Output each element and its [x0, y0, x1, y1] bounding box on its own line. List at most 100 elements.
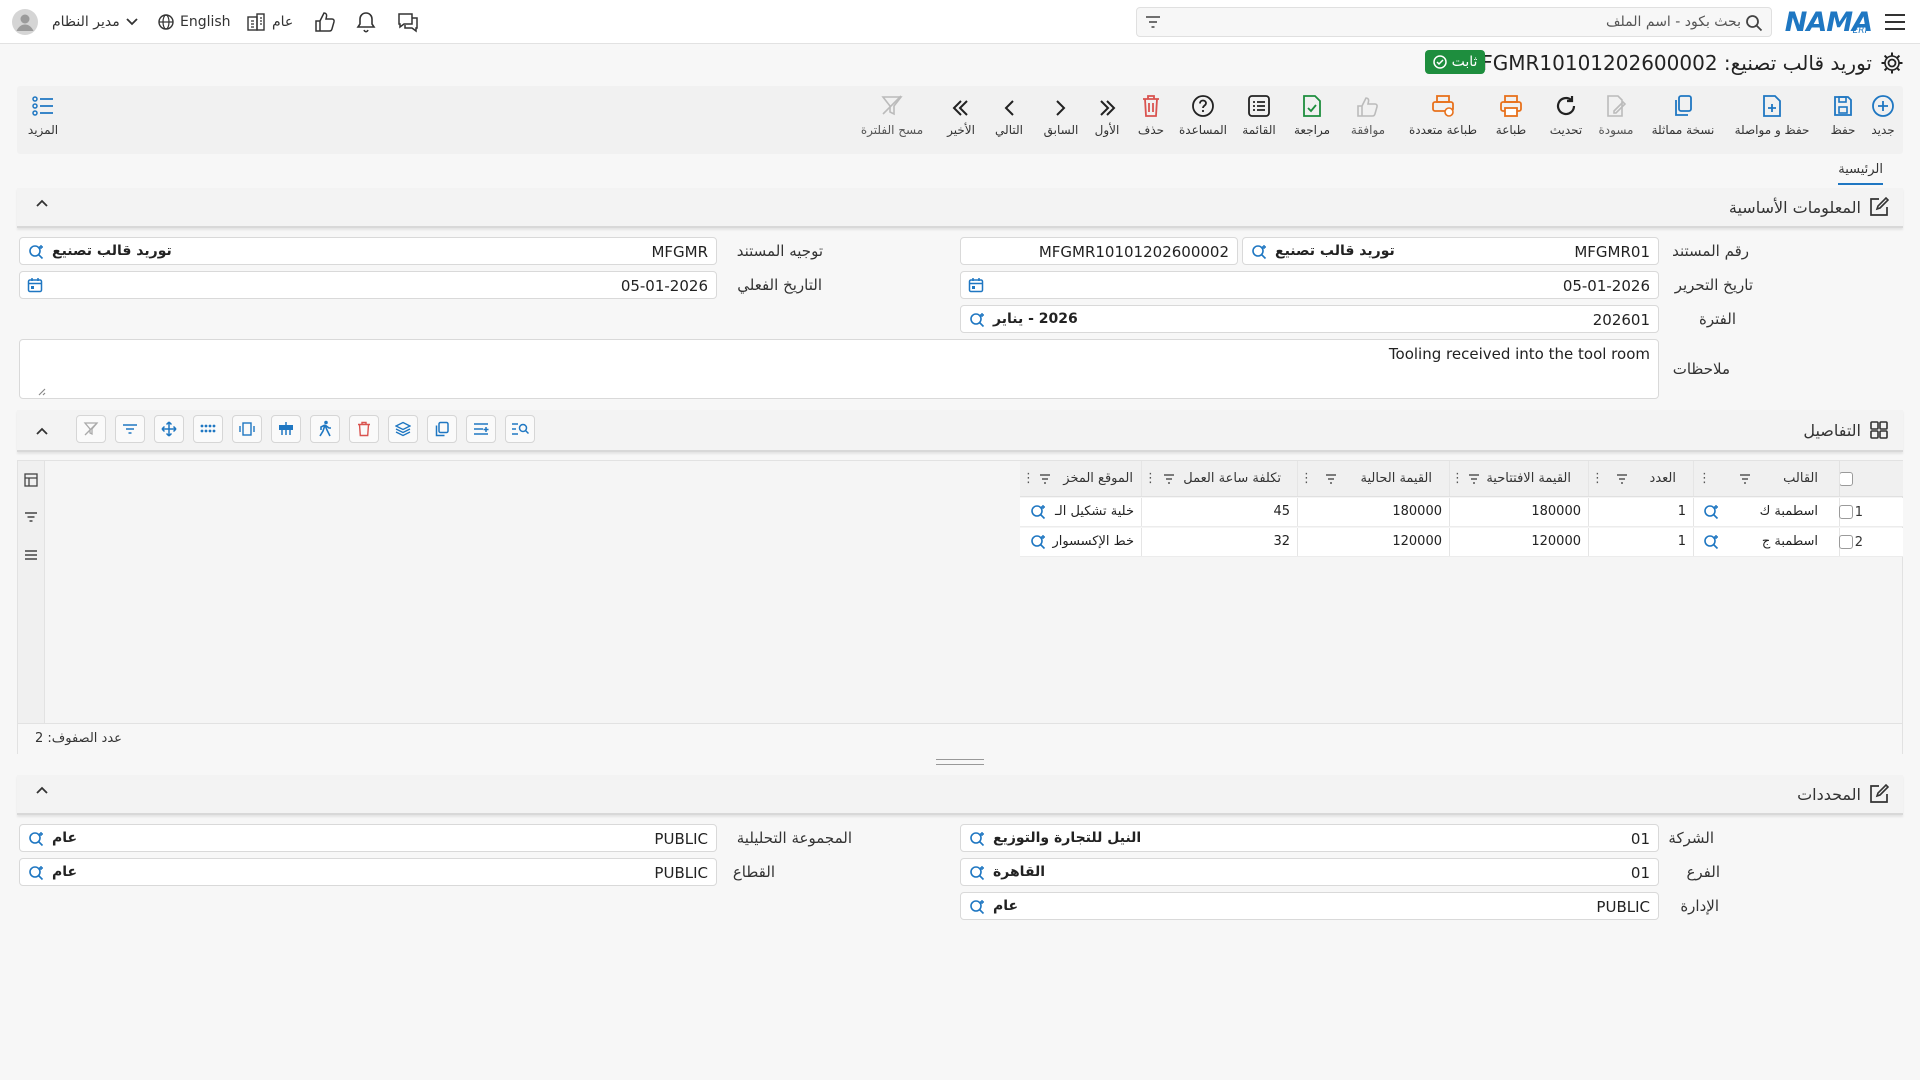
- copy-button[interactable]: نسخة مماثلة: [1643, 90, 1723, 150]
- actual-date-field[interactable]: 05-01-2026: [19, 271, 717, 299]
- draft-button[interactable]: مسودة: [1593, 90, 1639, 150]
- lookup-icon[interactable]: [968, 830, 986, 848]
- filter-panel-icon[interactable]: [24, 511, 38, 523]
- grid-delete-button[interactable]: [349, 415, 379, 443]
- edit-date-field[interactable]: 05-01-2026: [960, 271, 1659, 299]
- app-logo[interactable]: NAMA ERP: [1785, 0, 1873, 44]
- company-field[interactable]: 01 النيل للتجارة والتوزيع: [960, 824, 1659, 852]
- refresh-button[interactable]: تحديث: [1544, 90, 1588, 150]
- grid-walk-button[interactable]: [310, 415, 340, 443]
- chat-icon[interactable]: [396, 0, 420, 44]
- grid-density-button[interactable]: [193, 415, 223, 443]
- scope-switch[interactable]: عام: [246, 0, 293, 44]
- grid-fit-columns-button[interactable]: [232, 415, 262, 443]
- chevron-up-icon[interactable]: [35, 198, 49, 208]
- settings-icon[interactable]: [1880, 51, 1904, 75]
- analytic-group-field[interactable]: PUBLIC عام: [19, 824, 717, 852]
- resize-splitter[interactable]: [936, 759, 984, 765]
- print-button[interactable]: طباعة: [1489, 90, 1533, 150]
- save-continue-button[interactable]: حفظ و مواصلة: [1727, 90, 1817, 150]
- column-menu-icon[interactable]: ⋮: [1022, 471, 1035, 486]
- chevron-up-icon[interactable]: [35, 785, 49, 795]
- column-menu-icon[interactable]: ⋮: [1451, 471, 1464, 486]
- column-menu-icon[interactable]: ⋮: [1698, 471, 1711, 486]
- lookup-icon[interactable]: [27, 830, 45, 848]
- save-button[interactable]: حفظ: [1823, 90, 1863, 150]
- menu-panel-icon[interactable]: [24, 549, 38, 561]
- chevron-up-icon[interactable]: [35, 426, 49, 436]
- table-row[interactable]: 2 اسطمبة ج 1 120000 120000 32 خط الإكسسو…: [1020, 528, 1903, 557]
- lookup-icon[interactable]: [968, 311, 986, 329]
- column-menu-icon[interactable]: ⋮: [1591, 471, 1604, 486]
- filter-icon[interactable]: [1163, 474, 1175, 484]
- column-menu-icon[interactable]: ⋮: [1144, 471, 1157, 486]
- thumbs-up-icon[interactable]: [314, 0, 336, 44]
- last-button[interactable]: الأخير: [943, 90, 979, 150]
- branch-field[interactable]: 01 القاهرة: [960, 858, 1659, 886]
- user-menu[interactable]: مدير النظام: [12, 0, 138, 44]
- lookup-icon[interactable]: [1029, 503, 1047, 521]
- row-checkbox[interactable]: [1839, 535, 1853, 549]
- clear-filter-button[interactable]: مسح الفلترة: [857, 90, 927, 150]
- lookup-icon[interactable]: [1250, 243, 1268, 261]
- lookup-icon[interactable]: [1029, 533, 1047, 551]
- grid-copy-button[interactable]: [427, 415, 457, 443]
- sector-field[interactable]: PUBLIC عام: [19, 858, 717, 886]
- basic-info-header[interactable]: المعلومات الأساسية: [17, 188, 1903, 228]
- search-icon[interactable]: [1745, 14, 1763, 32]
- column-menu-icon[interactable]: ⋮: [1300, 471, 1313, 486]
- grid-filter-button[interactable]: [115, 415, 145, 443]
- lookup-icon[interactable]: [1702, 503, 1720, 521]
- delete-button[interactable]: حذف: [1133, 90, 1169, 150]
- search-input[interactable]: [1181, 8, 1741, 36]
- grid-layers-button[interactable]: [388, 415, 418, 443]
- doc-type-field[interactable]: MFGMR01 توريد قالب تصنيع: [1242, 237, 1659, 265]
- filter-icon[interactable]: [1616, 474, 1628, 484]
- grid-insert-row-button[interactable]: [466, 415, 496, 443]
- filter-icon[interactable]: [1039, 474, 1051, 484]
- next-button[interactable]: التالي: [991, 90, 1027, 150]
- filter-icon[interactable]: [1145, 15, 1161, 29]
- lookup-icon[interactable]: [27, 864, 45, 882]
- lookup-icon[interactable]: [1702, 533, 1720, 551]
- resize-handle-icon[interactable]: [36, 386, 46, 396]
- approve-button[interactable]: موافقة: [1343, 90, 1393, 150]
- multi-print-button[interactable]: طباعة متعددة: [1403, 90, 1483, 150]
- col-header-hour-cost[interactable]: تكلفة ساعة العمل: [1183, 471, 1281, 486]
- filter-icon[interactable]: [1739, 474, 1751, 484]
- row-checkbox[interactable]: [1839, 505, 1853, 519]
- lookup-icon[interactable]: [968, 898, 986, 916]
- help-button[interactable]: المساعدة: [1175, 90, 1231, 150]
- department-field[interactable]: PUBLIC عام: [960, 892, 1659, 920]
- columns-panel-icon[interactable]: [24, 473, 38, 487]
- grid-search-button[interactable]: [505, 415, 535, 443]
- previous-button[interactable]: السابق: [1041, 90, 1081, 150]
- bell-icon[interactable]: [356, 0, 376, 44]
- calendar-icon[interactable]: [968, 277, 984, 293]
- notes-textarea[interactable]: Tooling received into the tool room: [19, 339, 1659, 399]
- lookup-icon[interactable]: [27, 243, 45, 261]
- col-header-location[interactable]: الموقع المخز: [1063, 471, 1133, 486]
- table-row[interactable]: 1 اسطمبة ك 1 180000 180000 45 خلية تشكيل…: [1020, 498, 1903, 527]
- first-button[interactable]: الأول: [1089, 90, 1125, 150]
- filter-icon[interactable]: [1325, 474, 1337, 484]
- search-box[interactable]: [1136, 7, 1772, 37]
- filter-icon[interactable]: [1468, 474, 1480, 484]
- period-field[interactable]: 202601 2026 - يناير: [960, 305, 1659, 333]
- dimensions-header[interactable]: المحددات: [17, 775, 1903, 815]
- grid-clear-filter-button[interactable]: [76, 415, 106, 443]
- new-button[interactable]: جديد: [1863, 90, 1903, 150]
- col-header-opening[interactable]: القيمة الافتتاحية: [1486, 471, 1571, 486]
- select-all-checkbox[interactable]: [1839, 472, 1853, 486]
- calendar-icon[interactable]: [27, 277, 43, 293]
- lookup-icon[interactable]: [968, 864, 986, 882]
- col-header-mold[interactable]: القالب: [1783, 471, 1818, 486]
- language-switch[interactable]: English: [158, 0, 231, 44]
- list-button[interactable]: القائمة: [1235, 90, 1283, 150]
- col-header-qty[interactable]: العدد: [1650, 471, 1676, 486]
- review-button[interactable]: مراجعة: [1287, 90, 1337, 150]
- grid-move-button[interactable]: [154, 415, 184, 443]
- more-button[interactable]: المزيد: [25, 90, 61, 150]
- menu-icon[interactable]: [1884, 0, 1906, 44]
- direction-field[interactable]: MFGMR توريد قالب تصنيع: [19, 237, 717, 265]
